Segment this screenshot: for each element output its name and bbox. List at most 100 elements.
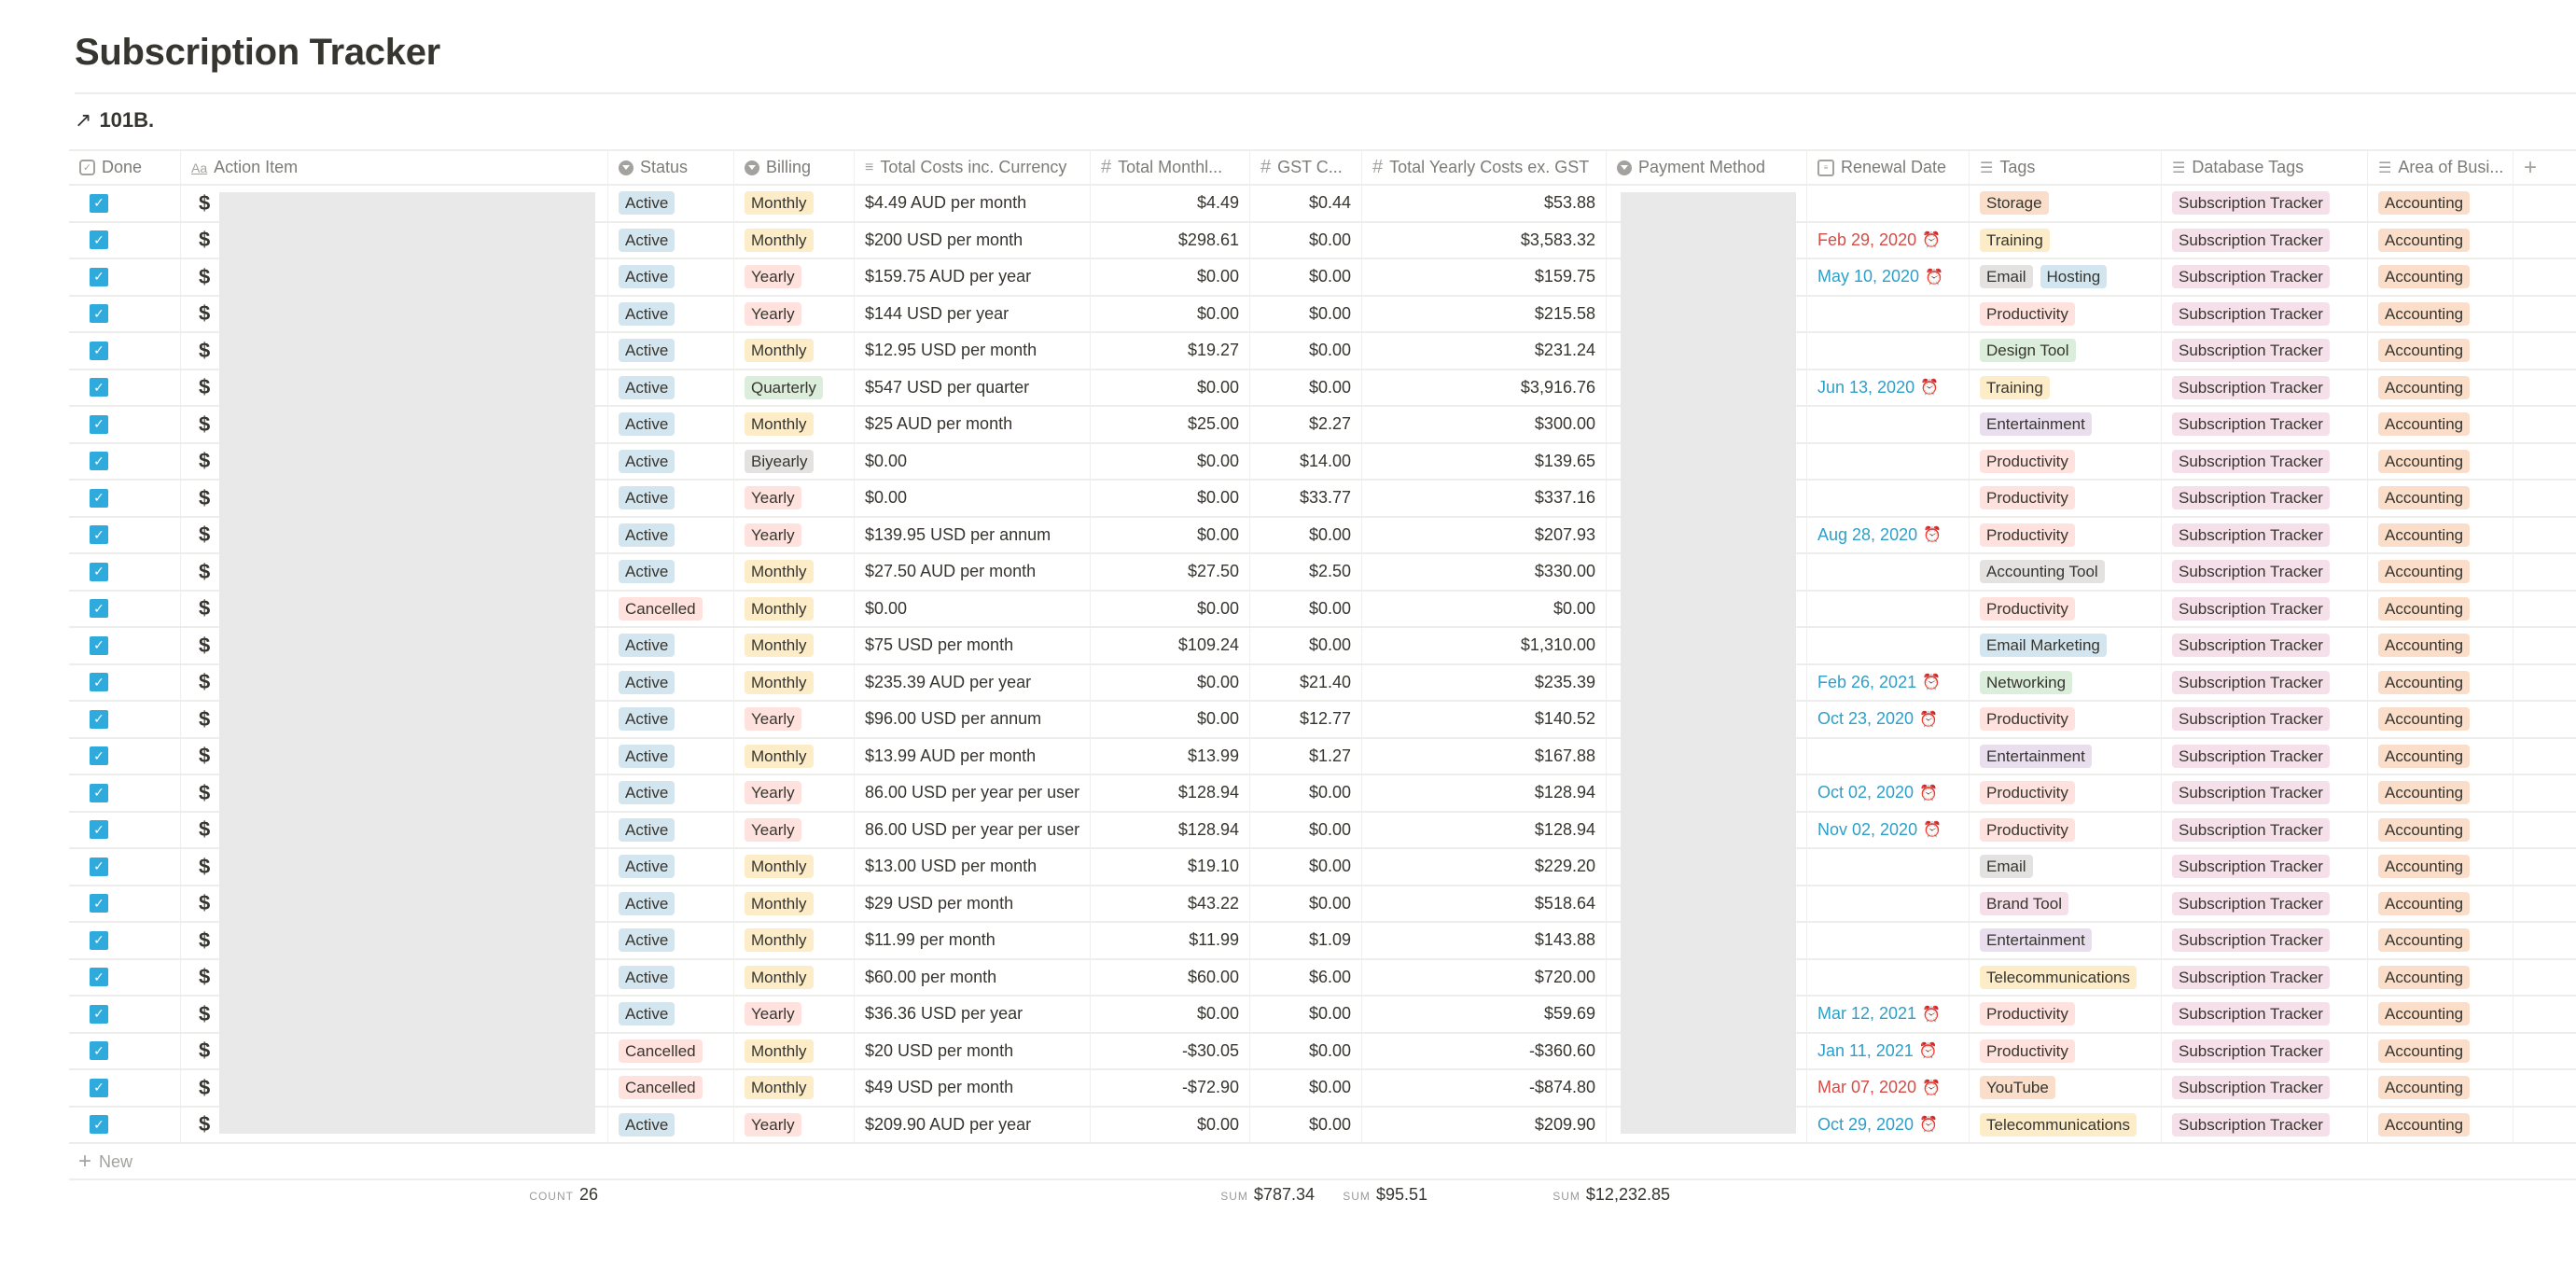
total-costs-cell[interactable]: $159.75 AUD per year: [855, 259, 1091, 295]
gst-cell[interactable]: $1.27: [1250, 738, 1362, 774]
renewal-date-cell[interactable]: [1807, 481, 1970, 516]
gst-cell[interactable]: $0.00: [1250, 886, 1362, 921]
total-monthly-cell[interactable]: $60.00: [1091, 959, 1250, 995]
database-tags-cell[interactable]: Subscription Tracker: [2162, 370, 2368, 405]
renewal-date-cell[interactable]: [1807, 186, 1970, 221]
database-tags-cell[interactable]: Subscription Tracker: [2162, 849, 2368, 885]
tag-pill[interactable]: Productivity: [1980, 596, 2075, 621]
total-yearly-cell[interactable]: $215.58: [1362, 296, 1607, 331]
renewal-date-cell[interactable]: Feb 29, 2020 ⏰: [1807, 222, 1970, 258]
gst-cell[interactable]: $0.44: [1250, 186, 1362, 221]
status-cell[interactable]: Active: [608, 959, 734, 995]
billing-cell[interactable]: Monthly: [734, 186, 855, 221]
area-of-business-cell[interactable]: Accounting: [2368, 849, 2513, 885]
total-yearly-cell[interactable]: $1,310.00: [1362, 628, 1607, 663]
total-monthly-cell[interactable]: $0.00: [1091, 370, 1250, 405]
database-tags-cell[interactable]: Subscription Tracker: [2162, 591, 2368, 626]
total-monthly-cell[interactable]: $43.22: [1091, 886, 1250, 921]
total-yearly-cell[interactable]: $0.00: [1362, 591, 1607, 626]
total-monthly-cell[interactable]: $19.10: [1091, 849, 1250, 885]
renewal-date-cell[interactable]: Aug 28, 2020 ⏰: [1807, 517, 1970, 552]
tags-cell[interactable]: Entertainment: [1970, 923, 2162, 958]
billing-cell[interactable]: Yearly: [734, 481, 855, 516]
status-cell[interactable]: Active: [608, 702, 734, 737]
status-cell[interactable]: Active: [608, 481, 734, 516]
total-monthly-cell[interactable]: -$72.90: [1091, 1070, 1250, 1106]
column-header-done[interactable]: ✓ Done: [69, 151, 181, 184]
billing-cell[interactable]: Monthly: [734, 849, 855, 885]
area-of-business-cell[interactable]: Accounting: [2368, 775, 2513, 811]
renewal-date[interactable]: Oct 23, 2020 ⏰: [1817, 709, 1938, 729]
renewal-date-cell[interactable]: Oct 29, 2020 ⏰: [1807, 1107, 1970, 1142]
total-costs-cell[interactable]: $96.00 USD per annum: [855, 702, 1091, 737]
area-of-business-cell[interactable]: Accounting: [2368, 959, 2513, 995]
database-tags-cell[interactable]: Subscription Tracker: [2162, 1107, 2368, 1142]
billing-cell[interactable]: Yearly: [734, 1107, 855, 1142]
total-monthly-cell[interactable]: $128.94: [1091, 812, 1250, 847]
column-header-renewal-date[interactable]: ≡ Renewal Date: [1807, 151, 1970, 184]
done-checkbox[interactable]: ✓: [90, 930, 108, 950]
renewal-date-cell[interactable]: May 10, 2020 ⏰: [1807, 259, 1970, 295]
total-monthly-cell[interactable]: $0.00: [1091, 1107, 1250, 1142]
gst-cell[interactable]: $0.00: [1250, 517, 1362, 552]
tag-pill[interactable]: Design Tool: [1980, 339, 2076, 363]
tag-pill[interactable]: Productivity: [1980, 707, 2075, 732]
renewal-date[interactable]: Oct 02, 2020 ⏰: [1817, 783, 1938, 802]
tags-cell[interactable]: Productivity: [1970, 1033, 2162, 1068]
billing-cell[interactable]: Monthly: [734, 628, 855, 663]
area-of-business-cell[interactable]: Accounting: [2368, 517, 2513, 552]
renewal-date[interactable]: Nov 02, 2020 ⏰: [1817, 820, 1942, 840]
status-cell[interactable]: Active: [608, 370, 734, 405]
tags-cell[interactable]: Entertainment: [1970, 738, 2162, 774]
billing-cell[interactable]: Yearly: [734, 296, 855, 331]
billing-cell[interactable]: Monthly: [734, 333, 855, 369]
billing-cell[interactable]: Yearly: [734, 812, 855, 847]
done-checkbox[interactable]: ✓: [90, 378, 108, 397]
status-cell[interactable]: Cancelled: [608, 591, 734, 626]
total-yearly-cell[interactable]: $167.88: [1362, 738, 1607, 774]
status-cell[interactable]: Active: [608, 1107, 734, 1142]
database-tags-cell[interactable]: Subscription Tracker: [2162, 997, 2368, 1032]
database-tags-cell[interactable]: Subscription Tracker: [2162, 923, 2368, 958]
status-cell[interactable]: Active: [608, 775, 734, 811]
billing-cell[interactable]: Yearly: [734, 997, 855, 1032]
tags-cell[interactable]: Telecommunications: [1970, 959, 2162, 995]
status-cell[interactable]: Active: [608, 186, 734, 221]
tags-cell[interactable]: Productivity: [1970, 481, 2162, 516]
area-of-business-cell[interactable]: Accounting: [2368, 554, 2513, 590]
renewal-date-cell[interactable]: [1807, 554, 1970, 590]
renewal-date-cell[interactable]: [1807, 591, 1970, 626]
status-cell[interactable]: Cancelled: [608, 1070, 734, 1106]
gst-cell[interactable]: $0.00: [1250, 997, 1362, 1032]
tags-cell[interactable]: Email Marketing: [1970, 628, 2162, 663]
total-monthly-cell[interactable]: $11.99: [1091, 923, 1250, 958]
area-of-business-cell[interactable]: Accounting: [2368, 1033, 2513, 1068]
renewal-date-cell[interactable]: Mar 12, 2021 ⏰: [1807, 997, 1970, 1032]
renewal-date-cell[interactable]: [1807, 886, 1970, 921]
area-of-business-cell[interactable]: Accounting: [2368, 259, 2513, 295]
column-header-billing[interactable]: Billing: [734, 151, 855, 184]
renewal-date-cell[interactable]: [1807, 333, 1970, 369]
status-cell[interactable]: Active: [608, 259, 734, 295]
area-of-business-cell[interactable]: Accounting: [2368, 481, 2513, 516]
total-yearly-cell[interactable]: -$874.80: [1362, 1070, 1607, 1106]
tags-cell[interactable]: Brand Tool: [1970, 886, 2162, 921]
status-cell[interactable]: Active: [608, 443, 734, 479]
total-costs-cell[interactable]: $12.95 USD per month: [855, 333, 1091, 369]
database-tags-cell[interactable]: Subscription Tracker: [2162, 1033, 2368, 1068]
gst-cell[interactable]: $0.00: [1250, 628, 1362, 663]
tags-cell[interactable]: Email: [1970, 849, 2162, 885]
tag-pill[interactable]: YouTube: [1980, 1076, 2055, 1100]
status-cell[interactable]: Active: [608, 997, 734, 1032]
done-checkbox[interactable]: ✓: [90, 635, 108, 655]
done-checkbox[interactable]: ✓: [90, 452, 108, 471]
gst-cell[interactable]: $0.00: [1250, 812, 1362, 847]
tags-cell[interactable]: Productivity: [1970, 443, 2162, 479]
tag-pill[interactable]: Productivity: [1980, 449, 2075, 473]
renewal-date[interactable]: Aug 28, 2020 ⏰: [1817, 525, 1942, 545]
tag-pill[interactable]: Telecommunications: [1980, 1112, 2137, 1137]
total-monthly-cell[interactable]: $0.00: [1091, 664, 1250, 700]
gst-cell[interactable]: $0.00: [1250, 370, 1362, 405]
renewal-date[interactable]: Oct 29, 2020 ⏰: [1817, 1115, 1938, 1135]
done-checkbox[interactable]: ✓: [90, 414, 108, 434]
